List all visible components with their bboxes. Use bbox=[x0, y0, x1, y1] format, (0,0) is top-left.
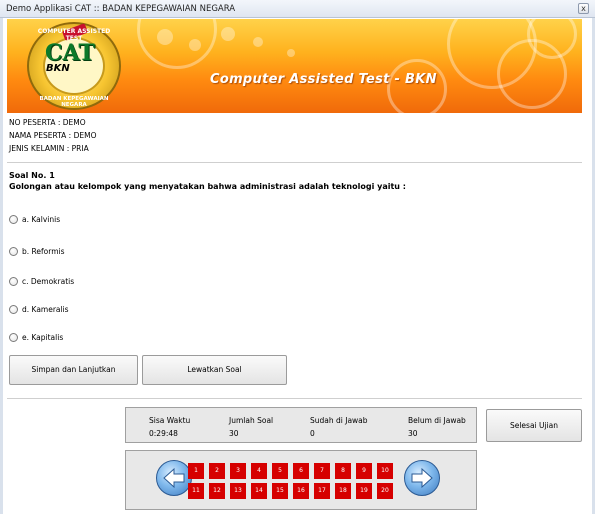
participant-name: NAMA PESERTA : DEMO bbox=[9, 131, 97, 140]
option-label: c. Demokratis bbox=[22, 277, 75, 286]
window-title: Demo Applikasi CAT :: BADAN KEPEGAWAIAN … bbox=[6, 4, 236, 14]
question-nav-18[interactable]: 18 bbox=[335, 483, 351, 499]
question-block: Soal No. 1 Golongan atau kelompok yang m… bbox=[9, 170, 579, 192]
answered-count: Sudah di Jawab 0 bbox=[310, 414, 368, 440]
question-nav-10[interactable]: 10 bbox=[377, 463, 393, 479]
answered-label: Sudah di Jawab bbox=[310, 416, 368, 425]
option-label: a. Kalvinis bbox=[22, 215, 61, 224]
question-nav-6[interactable]: 6 bbox=[293, 463, 309, 479]
option-label: d. Kameralis bbox=[22, 305, 69, 314]
answer-option-d[interactable]: d. Kameralis bbox=[9, 305, 69, 314]
option-label: e. Kapitalis bbox=[22, 333, 64, 342]
logo-bkn-text: BKN bbox=[46, 63, 70, 74]
skip-question-button[interactable]: Lewatkan Soal bbox=[142, 355, 287, 385]
total-questions-value: 30 bbox=[229, 429, 239, 438]
remaining-time-value: 0:29:48 bbox=[149, 429, 178, 438]
decor-swirl bbox=[137, 19, 217, 69]
close-icon[interactable]: x bbox=[578, 3, 589, 14]
remaining-time: Sisa Waktu 0:29:48 bbox=[149, 414, 190, 440]
total-questions-label: Jumlah Soal bbox=[229, 416, 274, 425]
question-nav-3[interactable]: 3 bbox=[230, 463, 246, 479]
header-banner: COMPUTER ASSISTED TEST CAT BKN BADAN KEP… bbox=[7, 19, 582, 113]
exam-status-panel: Sisa Waktu 0:29:48 Jumlah Soal 30 Sudah … bbox=[125, 407, 477, 443]
participant-info: NO PESERTA : DEMO NAMA PESERTA : DEMO JE… bbox=[9, 116, 96, 155]
question-nav-1[interactable]: 1 bbox=[188, 463, 204, 479]
question-nav-20[interactable]: 20 bbox=[377, 483, 393, 499]
arrow-left-icon[interactable] bbox=[156, 460, 192, 496]
answered-value: 0 bbox=[310, 429, 315, 438]
answer-option-a[interactable]: a. Kalvinis bbox=[9, 215, 60, 224]
finish-exam-button[interactable]: Selesai Ujian bbox=[486, 409, 582, 442]
option-label: b. Reformis bbox=[22, 247, 65, 256]
question-nav-16[interactable]: 16 bbox=[293, 483, 309, 499]
answer-option-e[interactable]: e. Kapitalis bbox=[9, 333, 63, 342]
arrow-left-glyph bbox=[163, 467, 185, 489]
question-nav-17[interactable]: 17 bbox=[314, 483, 330, 499]
banner-title: Computer Assisted Test - BKN bbox=[210, 72, 437, 87]
question-nav-15[interactable]: 15 bbox=[272, 483, 288, 499]
answer-option-c[interactable]: c. Demokratis bbox=[9, 277, 74, 286]
radio-button[interactable] bbox=[9, 277, 18, 286]
participant-gender: JENIS KELAMIN : PRIA bbox=[9, 144, 89, 153]
question-nav-8[interactable]: 8 bbox=[335, 463, 351, 479]
question-text: Golongan atau kelompok yang menyatakan b… bbox=[9, 182, 406, 191]
question-number: Soal No. 1 bbox=[9, 171, 55, 180]
unanswered-label: Belum di Jawab bbox=[408, 416, 466, 425]
question-nav-13[interactable]: 13 bbox=[230, 483, 246, 499]
question-nav-11[interactable]: 11 bbox=[188, 483, 204, 499]
window-titlebar: Demo Applikasi CAT :: BADAN KEPEGAWAIAN … bbox=[0, 0, 595, 18]
cat-bkn-logo: COMPUTER ASSISTED TEST CAT BKN BADAN KEP… bbox=[27, 22, 121, 110]
radio-button[interactable] bbox=[9, 333, 18, 342]
question-nav-12[interactable]: 12 bbox=[209, 483, 225, 499]
question-nav-9[interactable]: 9 bbox=[356, 463, 372, 479]
question-navigator: 1 2 3 4 5 6 7 8 9 10 11 12 13 14 15 16 1… bbox=[125, 450, 477, 510]
unanswered-value: 30 bbox=[408, 429, 418, 438]
divider bbox=[7, 162, 582, 163]
question-nav-7[interactable]: 7 bbox=[314, 463, 330, 479]
participant-number: NO PESERTA : DEMO bbox=[9, 118, 86, 127]
radio-button[interactable] bbox=[9, 247, 18, 256]
remaining-time-label: Sisa Waktu bbox=[149, 416, 191, 425]
decor-bubble bbox=[253, 37, 263, 47]
question-nav-2[interactable]: 2 bbox=[209, 463, 225, 479]
question-nav-19[interactable]: 19 bbox=[356, 483, 372, 499]
divider bbox=[7, 398, 582, 399]
arrow-right-glyph bbox=[411, 467, 433, 489]
radio-button[interactable] bbox=[9, 215, 18, 224]
arrow-right-icon[interactable] bbox=[404, 460, 440, 496]
question-nav-14[interactable]: 14 bbox=[251, 483, 267, 499]
logo-arc-bottom: BADAN KEPEGAWAIAN NEGARA bbox=[39, 96, 109, 108]
total-questions: Jumlah Soal 30 bbox=[229, 414, 273, 440]
answer-option-b[interactable]: b. Reformis bbox=[9, 247, 65, 256]
question-nav-4[interactable]: 4 bbox=[251, 463, 267, 479]
save-and-next-button[interactable]: Simpan dan Lanjutkan bbox=[9, 355, 138, 385]
question-nav-5[interactable]: 5 bbox=[272, 463, 288, 479]
decor-bubble bbox=[287, 49, 295, 57]
radio-button[interactable] bbox=[9, 305, 18, 314]
decor-bubble bbox=[221, 27, 235, 41]
unanswered-count: Belum di Jawab 30 bbox=[408, 414, 466, 440]
